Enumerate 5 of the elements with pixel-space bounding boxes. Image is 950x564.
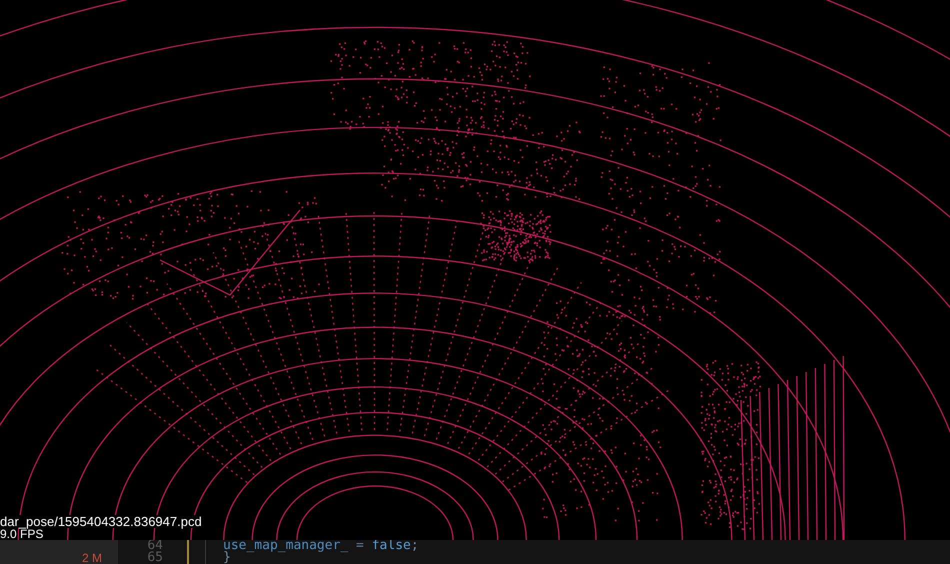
fps-label: 9.0 FPS xyxy=(0,528,44,540)
code-line: } xyxy=(223,552,231,564)
line-number: 65 xyxy=(146,552,163,564)
changes-count-label: 2 M xyxy=(82,552,102,564)
file-path-label: dar_pose/1595404332.836947.pcd xyxy=(0,515,202,528)
